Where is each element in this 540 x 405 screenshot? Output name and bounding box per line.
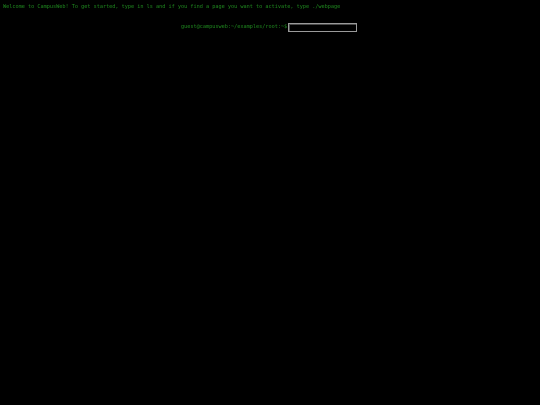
welcome-message: Welcome to CampusWeb! To get started, ty…: [3, 4, 341, 10]
command-input[interactable]: [288, 23, 358, 32]
command-prompt-row: guest@campusweb:~/examples/root:~$: [181, 23, 358, 32]
prompt-label: guest@campusweb:~/examples/root:~$: [181, 24, 288, 30]
